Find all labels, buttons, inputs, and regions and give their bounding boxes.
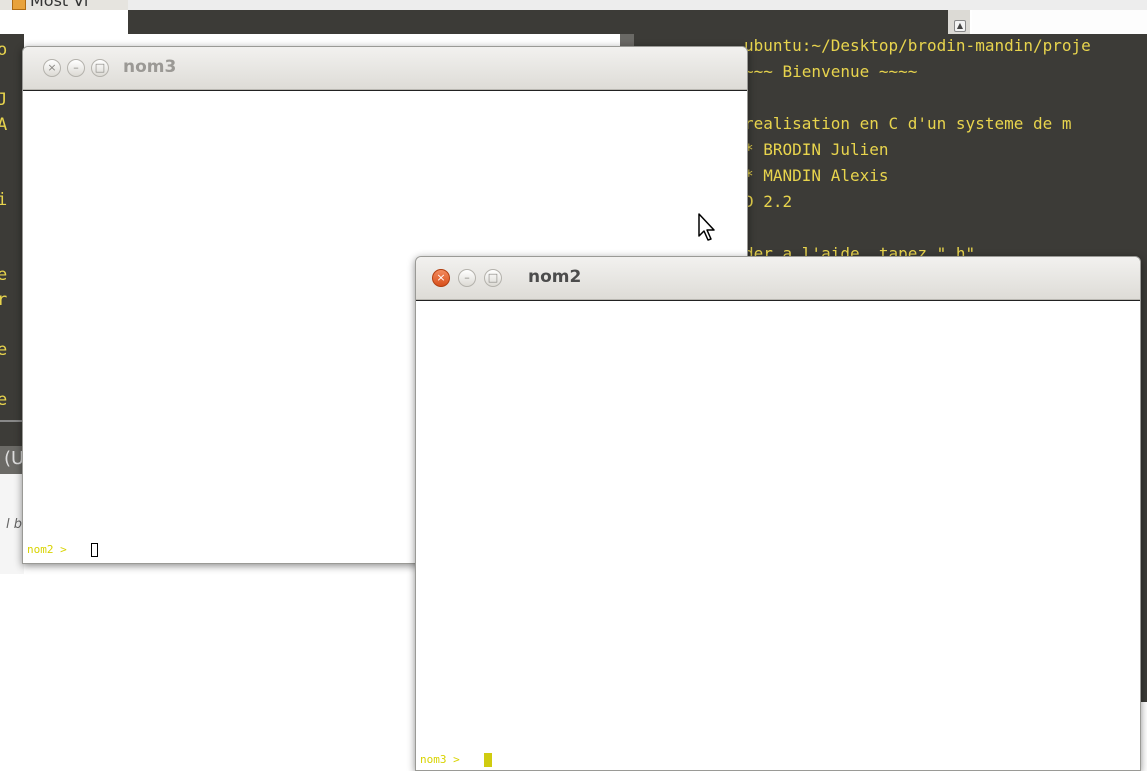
terminal-line: e — [0, 265, 8, 285]
minimize-icon[interactable]: – — [458, 269, 476, 287]
background-lower-text: l b — [6, 517, 22, 532]
terminal-line: D 2.2 — [744, 192, 793, 211]
scrollbar[interactable]: ▲ — [948, 10, 970, 34]
prompt-text: nom2 > — [27, 543, 67, 556]
maximize-icon[interactable]: □ — [91, 59, 109, 77]
background-panel-divider — [0, 420, 24, 448]
maximize-icon[interactable]: □ — [484, 269, 502, 287]
app-icon — [12, 0, 26, 10]
window-nom3-title: nom3 — [123, 57, 177, 77]
window-nom3-titlebar[interactable]: × – □ nom3 — [23, 47, 747, 90]
mouse-pointer-icon — [698, 213, 715, 241]
terminal-line: ~~~ Bienvenue ~~~~ — [744, 62, 918, 81]
terminal-line: J — [0, 90, 8, 110]
text-cursor — [484, 753, 492, 767]
terminal-line: o — [0, 40, 8, 60]
terminal-line: A — [0, 115, 8, 135]
terminal-line: e — [0, 340, 8, 360]
terminal-line: r — [0, 290, 8, 310]
window-nom2-terminal[interactable]: nom3 > — [416, 300, 1140, 770]
background-terminal-left: oJAieree — [0, 34, 24, 444]
browser-tab-title: Most Vi — [30, 0, 89, 10]
minimize-icon[interactable]: – — [67, 59, 85, 77]
window-nom2-titlebar[interactable]: × – □ nom2 — [416, 257, 1140, 300]
close-icon[interactable]: × — [432, 269, 450, 287]
background-panel-lower: l b — [0, 474, 24, 574]
window-nom2-title: nom2 — [528, 267, 582, 287]
background-panel-strip: (U — [0, 446, 24, 474]
terminal-line: * BRODIN Julien — [744, 140, 889, 159]
background-window-top-right — [972, 10, 1147, 34]
background-terminal-top — [128, 10, 948, 34]
top-strip — [0, 0, 1147, 10]
browser-tab[interactable]: Most Vi — [0, 0, 128, 10]
window-nom2[interactable]: × – □ nom2 nom3 > — [415, 256, 1141, 771]
terminal-line: realisation en C d'un systeme de m — [744, 114, 1072, 133]
terminal-line: * MANDIN Alexis — [744, 166, 889, 185]
terminal-line: i — [0, 190, 8, 210]
scroll-up-icon[interactable]: ▲ — [954, 20, 966, 32]
terminal-line: e — [0, 390, 8, 410]
terminal-line: ubuntu:~/Desktop/brodin-mandin/proje — [744, 36, 1091, 55]
text-cursor — [91, 543, 98, 557]
close-icon[interactable]: × — [43, 59, 61, 77]
prompt-text: nom3 > — [420, 753, 460, 766]
